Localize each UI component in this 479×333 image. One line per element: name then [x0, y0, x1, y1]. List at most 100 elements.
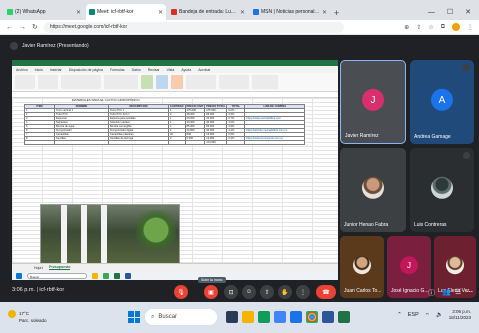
- start-button[interactable]: [128, 311, 140, 323]
- meeting-time-code: 3:06 p.m. | icf-rbtf-kor: [12, 287, 65, 293]
- excel-icon[interactable]: [338, 311, 350, 323]
- task-view-icon[interactable]: [226, 311, 238, 323]
- camera-off-button[interactable]: ▣: [204, 285, 218, 299]
- reload-icon[interactable]: ↻: [32, 23, 38, 31]
- tab-gmail[interactable]: Bandeja de entrada: Luz Elena Va... ✕: [168, 4, 248, 20]
- share-icon[interactable]: ⇪: [416, 24, 421, 31]
- participant-tile[interactable]: J Javier Ramírez: [340, 60, 406, 144]
- zoom-icon[interactable]: ⊕: [404, 24, 409, 31]
- hang-up-icon: ☎: [322, 289, 330, 296]
- tab-whatsapp[interactable]: (2) WhatsApp ✕: [4, 4, 84, 20]
- ribbon-group: [252, 75, 278, 89]
- mic-off-icon: 🎙: [177, 289, 185, 296]
- meet-control-bar: 3:06 p.m. | icf-rbtf-kor Subir la mano 🎙…: [0, 277, 479, 302]
- info-icon[interactable]: ⓘ: [428, 288, 435, 298]
- minimize-icon[interactable]: —: [428, 9, 435, 16]
- sheet-tab-active[interactable]: Presupuesto: [49, 265, 71, 270]
- menu-dots-icon[interactable]: ⋮: [467, 24, 473, 31]
- close-icon[interactable]: ✕: [322, 9, 327, 16]
- table-cell: [24, 140, 55, 145]
- volume-icon[interactable]: 🔈: [436, 312, 443, 318]
- menu-item: Revisar: [147, 67, 160, 72]
- close-icon[interactable]: ✕: [76, 9, 81, 16]
- clock-date: 18/11/2023: [448, 315, 471, 320]
- tab-meet[interactable]: Meet: icf-rbtf-kor ✕: [86, 4, 166, 20]
- bookmark-star-icon[interactable]: ☆: [428, 24, 433, 31]
- people-icon[interactable]: 👥: [442, 288, 451, 296]
- camera-off-icon: ▣: [208, 289, 214, 296]
- close-window-icon[interactable]: ✕: [465, 8, 471, 16]
- emoji-button[interactable]: ☺: [242, 285, 256, 299]
- raise-hand-button[interactable]: ✋: [278, 285, 292, 299]
- participant-name: Junior Henao Fabra: [344, 222, 389, 228]
- meet-stage: Javier Ramírez (Presentando) Archivo Ini…: [0, 35, 479, 302]
- chrome-icon[interactable]: [306, 311, 318, 323]
- explorer-icon: [92, 272, 98, 279]
- ribbon-group: [104, 75, 138, 89]
- tab-label: (2) WhatsApp: [15, 9, 46, 15]
- table-cell: [108, 140, 169, 145]
- mini-search-box: Buscar: [27, 272, 87, 279]
- language-icon[interactable]: ESP: [408, 312, 419, 318]
- ribbon-group: [156, 75, 168, 89]
- close-icon[interactable]: ✕: [158, 9, 163, 16]
- clock[interactable]: 3:06 p.m. 18/11/2023: [449, 309, 471, 321]
- hydroponic-towers-image: [40, 204, 180, 264]
- back-icon[interactable]: ←: [6, 24, 13, 31]
- chat-icon[interactable]: ☰: [455, 288, 461, 296]
- word-icon[interactable]: [322, 311, 334, 323]
- menu-item: Disposición de página: [68, 67, 103, 72]
- url-input[interactable]: https://meet.google.com/icf-rbtf-kor: [43, 21, 344, 33]
- windows-logo-pane: [134, 311, 140, 317]
- present-icon: ⇧: [264, 289, 270, 296]
- windows-logo-pane: [128, 317, 134, 323]
- more-vert-icon: ⋮: [300, 289, 306, 296]
- mail-icon[interactable]: [290, 311, 302, 323]
- excel-menu: Archivo Inicio Insertar Disposición de p…: [12, 66, 338, 73]
- wifi-icon[interactable]: ⌔: [425, 312, 430, 319]
- new-tab-button[interactable]: +: [334, 8, 339, 18]
- participant-tile[interactable]: Luis Contreras: [410, 148, 474, 232]
- extensions-icon[interactable]: ⧉: [441, 24, 445, 31]
- file-explorer-icon[interactable]: [242, 311, 254, 323]
- more-options-button[interactable]: ⋮: [296, 285, 310, 299]
- captions-button[interactable]: ⊡: [224, 285, 238, 299]
- menu-item: Ayuda: [181, 67, 192, 72]
- participant-name: Javier Ramírez: [345, 133, 379, 139]
- avatar: J: [400, 256, 418, 275]
- windows-logo-pane: [128, 311, 134, 317]
- avatar: [431, 176, 453, 199]
- weather-widget[interactable]: 17°C Parc. soleado: [8, 310, 47, 324]
- window-controls: — ☐ ✕: [428, 4, 479, 20]
- participant-tile[interactable]: A Andrea Gamage: [410, 60, 474, 144]
- chevron-up-icon[interactable]: ⌃: [397, 312, 402, 318]
- ribbon-group: [171, 75, 183, 89]
- column-header: CANTIDAD: [168, 104, 186, 109]
- system-tray: ⌃ ESP ⌔ 🔈 3:06 p.m. 18/11/2023: [397, 309, 471, 321]
- avatar: [446, 256, 464, 275]
- present-button[interactable]: ⇧: [260, 285, 274, 299]
- edge-icon[interactable]: [258, 311, 270, 323]
- forward-icon[interactable]: →: [19, 24, 26, 31]
- browser-tab-strip: (2) WhatsApp ✕ Meet: icf-rbtf-kor ✕ Band…: [0, 0, 479, 20]
- activities-icon[interactable]: ⋯: [466, 288, 473, 296]
- taskbar-search[interactable]: ⌕ Buscar: [145, 309, 217, 325]
- sheet-tab[interactable]: Hoja1: [34, 266, 43, 270]
- column-header: PRECIO UNIT: [184, 104, 206, 109]
- maximize-icon[interactable]: ☐: [447, 8, 453, 16]
- mic-off-button[interactable]: 🎙: [174, 285, 188, 299]
- profile-avatar[interactable]: [452, 23, 460, 31]
- participant-tile[interactable]: Junior Henao Fabra: [340, 148, 406, 232]
- leave-call-button[interactable]: ☎: [316, 285, 336, 299]
- browser-actions: ⊕ ⇪ ☆ ⧉ ⋮: [404, 23, 473, 31]
- tab-msn[interactable]: MSN | Noticias personalizadas, vi... ✕: [250, 4, 330, 20]
- shared-screen: Archivo Inicio Insertar Disposición de p…: [12, 60, 338, 271]
- search-placeholder: Buscar: [158, 314, 178, 320]
- store-icon[interactable]: [274, 311, 286, 323]
- table-body: 1 Torre vertical 1 Torre PVC 1 1 175.000 175.…: [24, 108, 306, 145]
- menu-item: Archivo: [16, 67, 28, 72]
- table-cell: [244, 140, 306, 145]
- table-cell: [168, 140, 186, 145]
- table-cell: [54, 140, 109, 145]
- close-icon[interactable]: ✕: [240, 9, 245, 16]
